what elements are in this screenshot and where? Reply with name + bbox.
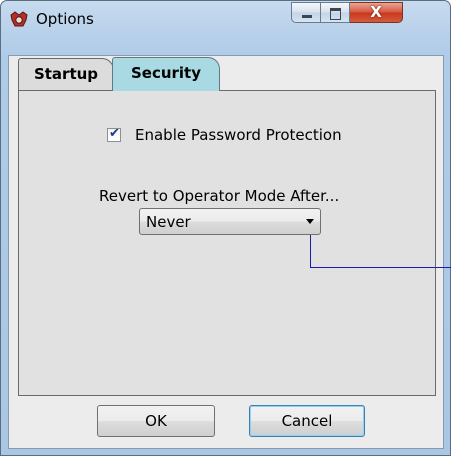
- revert-after-value: Never: [146, 213, 191, 231]
- dropdown-arrow-icon: [306, 219, 314, 224]
- tab-startup[interactable]: Startup: [18, 58, 114, 91]
- tab-security[interactable]: Security: [112, 57, 220, 91]
- callout-line-vertical: [310, 235, 311, 268]
- close-icon: X: [370, 3, 382, 21]
- minimize-icon: [302, 15, 312, 18]
- revert-mode-label: Revert to Operator Mode After...: [99, 187, 340, 205]
- checkmark-icon: ✔: [109, 126, 120, 141]
- ok-button[interactable]: OK: [97, 405, 215, 437]
- maximize-button[interactable]: [321, 2, 350, 23]
- minimize-button[interactable]: [291, 2, 321, 23]
- settings-gear-icon: [9, 9, 29, 29]
- maximize-icon: [330, 8, 341, 20]
- enable-password-checkbox[interactable]: ✔: [107, 126, 121, 142]
- tab-startup-label: Startup: [33, 65, 99, 83]
- enable-password-label[interactable]: Enable Password Protection: [135, 126, 342, 144]
- tab-security-label: Security: [130, 64, 202, 82]
- callout-line-horizontal: [310, 267, 451, 268]
- title-bar[interactable]: Options X: [1, 1, 450, 39]
- close-button[interactable]: X: [350, 2, 403, 23]
- cancel-button[interactable]: Cancel: [249, 405, 365, 437]
- options-window: Options X Startup Security ✔ Enable Pass…: [0, 0, 451, 456]
- window-title: Options: [36, 10, 94, 28]
- revert-after-select[interactable]: Never: [139, 208, 321, 235]
